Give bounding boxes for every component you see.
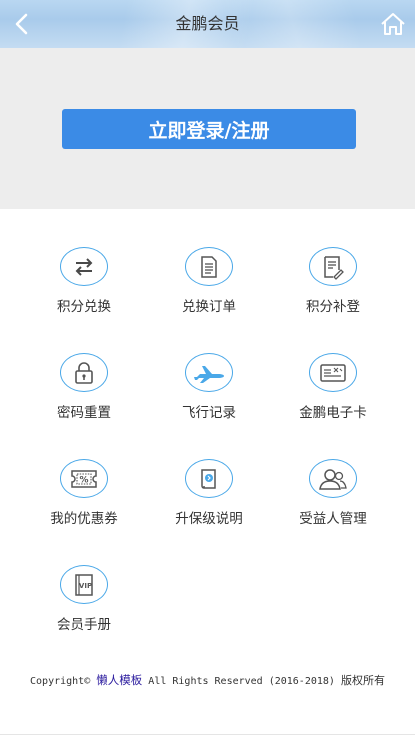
menu-label: 兑换订单 [182,299,236,315]
circle-frame [309,353,357,392]
card-icon [320,363,346,382]
circle-frame: % [60,459,108,498]
menu-label: 受益人管理 [299,511,367,527]
book-icon [201,468,216,489]
circle-frame [60,247,108,286]
brand-link[interactable]: 懒人模板 [96,673,142,687]
menu-item-points-exchange[interactable]: 积分兑换 [15,209,153,315]
menu-item-my-coupons[interactable]: % 我的优惠券 [15,421,153,527]
menu-item-member-handbook[interactable]: VIP 会员手册 [15,527,153,633]
login-register-button[interactable]: 立即登录/注册 [62,109,356,149]
menu-label: 积分补登 [306,299,360,315]
menu-label: 我的优惠券 [50,511,118,527]
menu-item-beneficiary[interactable]: 受益人管理 [264,421,402,527]
circle-frame [185,353,233,392]
svg-text:VIP: VIP [79,582,92,590]
menu-label: 积分兑换 [57,299,111,315]
menu-label: 会员手册 [57,617,111,633]
login-panel: 立即登录/注册 [0,48,415,209]
menu-item-e-card[interactable]: 金鹏电子卡 [264,315,402,421]
menu-label: 升保级说明 [175,511,243,527]
menu-item-password-reset[interactable]: 密码重置 [15,315,153,421]
divider [0,734,415,735]
circle-frame [185,459,233,498]
edit-document-icon [324,255,344,280]
exchange-icon [75,257,93,276]
home-button[interactable] [377,8,409,40]
copyright-suffix: All Rights Reserved (2016-2018) [148,676,335,687]
menu-item-flight-records[interactable]: 飞行记录 [140,315,278,421]
menu-label: 密码重置 [57,405,111,421]
copyright-prefix: Copyright© [30,676,91,687]
circle-frame [60,353,108,392]
copyright-footer: Copyright© 懒人模板 All Rights Reserved (201… [0,672,415,688]
circle-frame [185,247,233,286]
coupon-icon: % [71,469,97,488]
lock-icon [75,361,93,384]
svg-text:%: % [79,475,88,485]
menu-label: 金鹏电子卡 [299,405,367,421]
users-icon [319,468,347,490]
page-title: 金鹏会员 [175,14,240,33]
circle-frame [309,459,357,498]
rights-text: 版权所有 [340,674,385,687]
header-bar: 金鹏会员 [0,0,415,48]
menu-label: 飞行记录 [182,405,236,421]
menu-item-exchange-orders[interactable]: 兑换订单 [140,209,278,315]
menu-item-points-supplement[interactable]: 积分补登 [264,209,402,315]
airplane-icon [194,365,224,383]
circle-frame: VIP [60,565,108,604]
vip-icon: VIP [75,573,93,596]
menu-item-upgrade-info[interactable]: 升保级说明 [140,421,278,527]
circle-frame [309,247,357,286]
home-icon [381,13,405,35]
order-document-icon [201,255,217,278]
